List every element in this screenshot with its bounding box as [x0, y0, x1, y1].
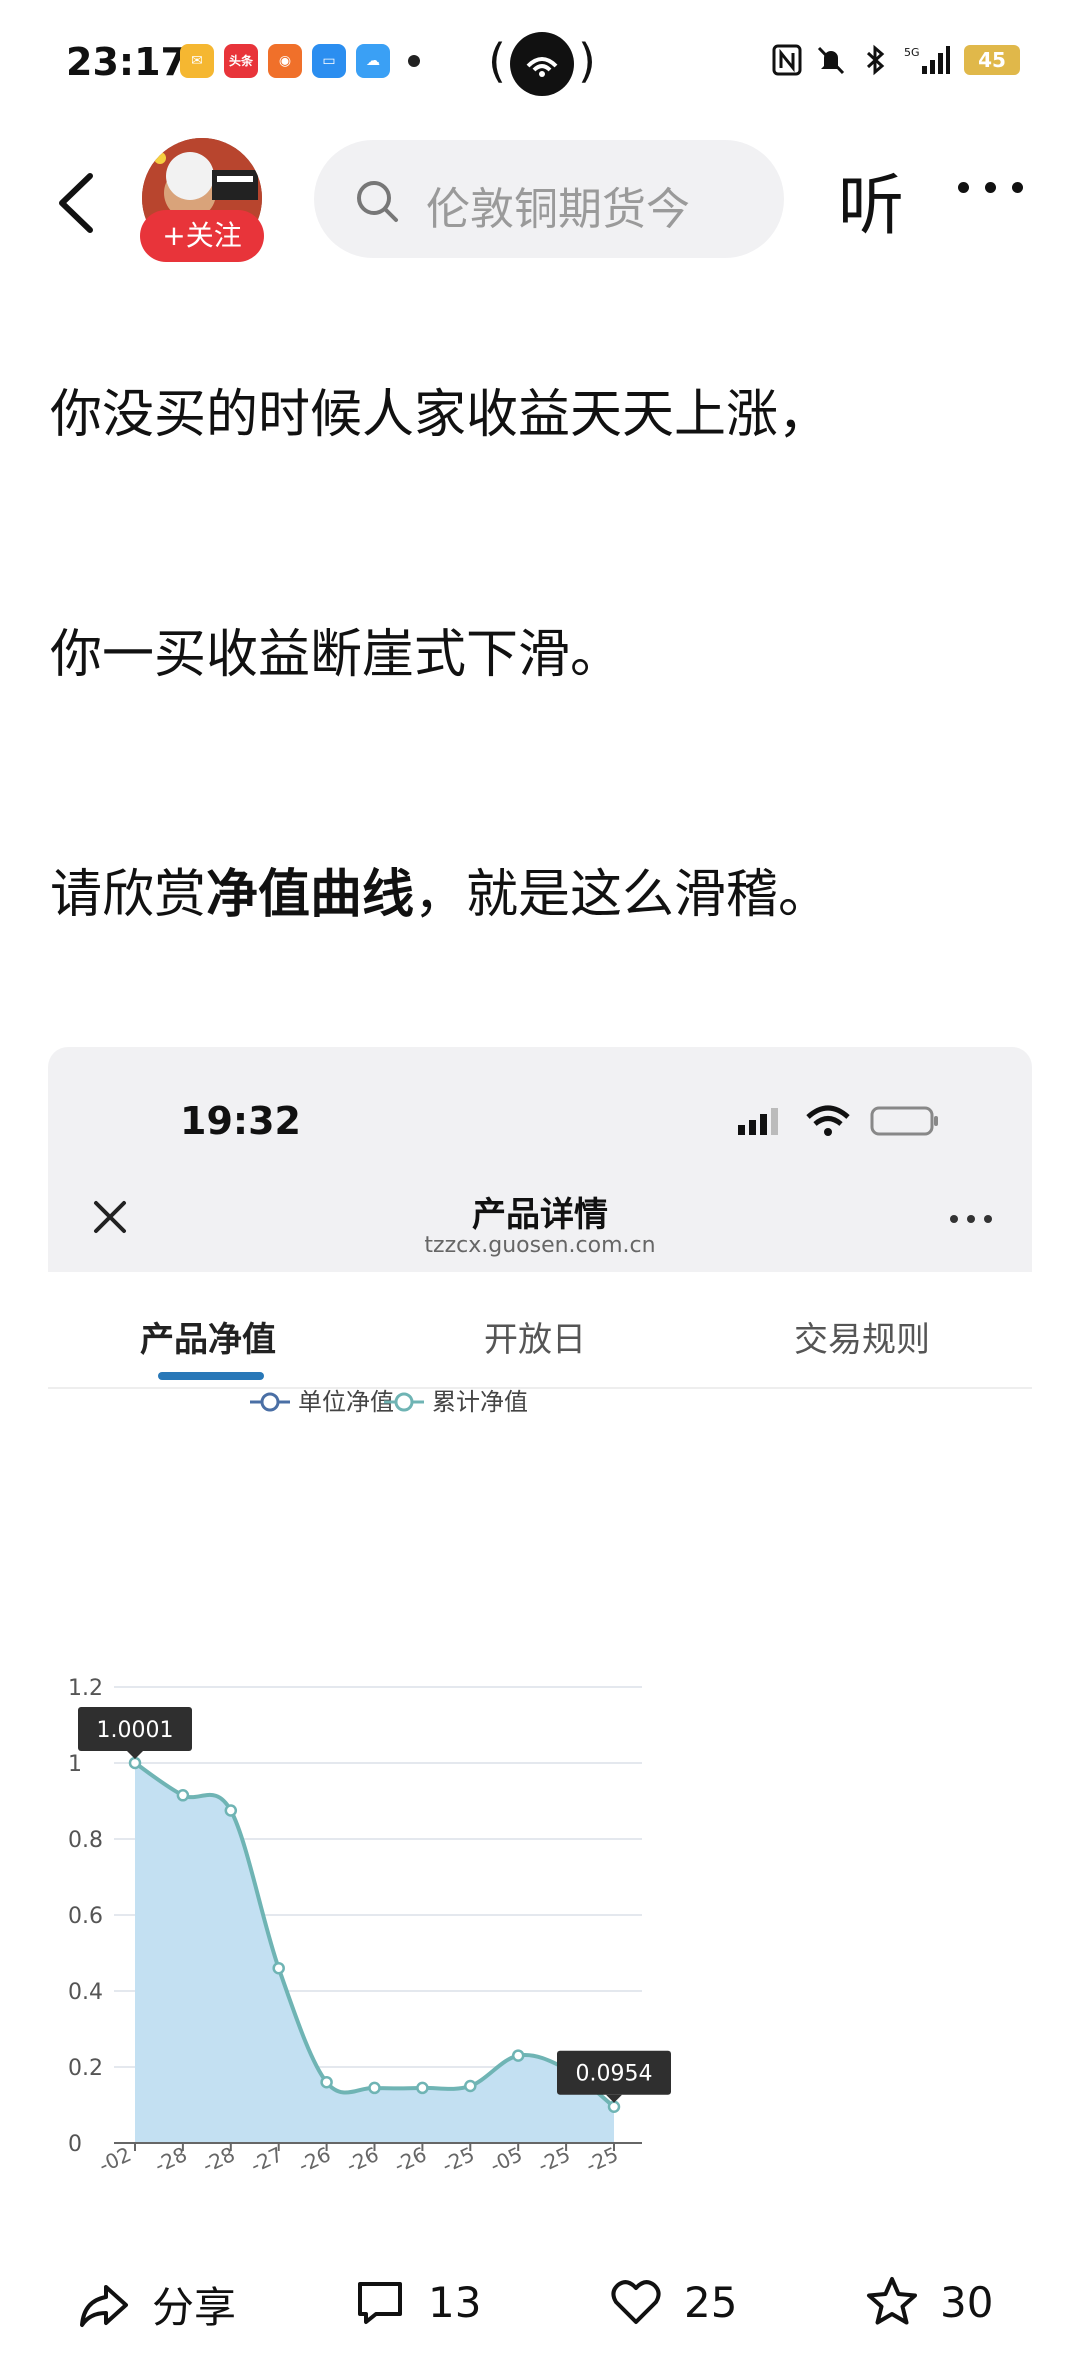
data-point-4: [320, 2075, 333, 2089]
bottom-action-bar: 分享 13 25 30: [0, 2236, 1080, 2376]
share-button[interactable]: 分享: [76, 2274, 236, 2335]
active-tab-indicator: [158, 1372, 264, 1380]
back-button[interactable]: [50, 168, 110, 238]
embedded-title: 产品详情: [472, 1195, 608, 1235]
hotspot-indicator: ( ): [488, 28, 598, 100]
chevron-left-icon: [59, 173, 93, 233]
data-point-10: [607, 2100, 621, 2113]
follow-button[interactable]: +关注: [140, 210, 264, 262]
chart-legend: 单位净值 累计净值: [250, 1388, 528, 1416]
listen-button[interactable]: 听: [838, 152, 904, 248]
mail-app-icon: ✉: [180, 44, 214, 78]
tab-open-day: 开放日: [484, 1320, 586, 1360]
para3-bold: 净值曲线: [206, 865, 415, 925]
search-bar[interactable]: 伦敦铜期货今: [314, 140, 784, 258]
y-tick-label-2: 0.4: [68, 1980, 103, 2005]
tooltip-label-0: 1.0001: [97, 1718, 174, 1743]
x-tick-label-7: -25: [438, 2142, 478, 2178]
data-point-8: [511, 2049, 525, 2062]
like-count: 25: [684, 2277, 738, 2327]
x-tick-label-1: -28: [151, 2142, 191, 2178]
star-icon: [867, 2277, 917, 2325]
embedded-status-icons: [738, 1105, 940, 1137]
bluetooth-icon: [860, 44, 890, 76]
data-point-6: [416, 2081, 429, 2095]
legend-marker-0: [260, 1392, 280, 1412]
legend-label-1: 累计净值: [432, 1388, 528, 1416]
search-placeholder: 伦敦铜期货今: [426, 184, 690, 235]
red-app-icon: ◉: [268, 44, 302, 78]
more-notifications-dot: [408, 55, 420, 67]
share-icon: [80, 2284, 128, 2327]
x-tick-label-4: -26: [295, 2142, 335, 2178]
blue-app-icon: ▭: [312, 44, 346, 78]
x-tick-label-5: -26: [342, 2142, 382, 2178]
tab-product-nav: 产品净值: [140, 1320, 276, 1360]
comment-icon: [358, 2282, 402, 2324]
data-point-2: [224, 1804, 238, 1817]
embedded-time: 19:32: [180, 1099, 301, 1143]
heart-icon: [611, 2280, 661, 2324]
x-tick-label-2: -28: [199, 2142, 239, 2178]
embedded-more-icon: [950, 1215, 992, 1223]
search-icon: [357, 181, 398, 222]
favorite-count: 30: [940, 2277, 994, 2327]
y-tick-label-3: 0.6: [68, 1904, 103, 1929]
hotspot-icon: [510, 32, 574, 96]
more-options-button[interactable]: [958, 182, 1023, 193]
y-tick-label-0: 0: [68, 2132, 82, 2157]
y-tick-label-1: 0.2: [68, 2056, 103, 2081]
data-point-5: [368, 2081, 381, 2095]
tooltip-arrow-0: [127, 1750, 143, 1759]
share-label: 分享: [152, 2283, 237, 2332]
comment-count: 13: [428, 2277, 482, 2327]
comment-button[interactable]: 13: [352, 2274, 481, 2330]
para3-prefix: 请欣赏: [50, 865, 207, 925]
nav-chart: 单位净值 累计净值00.20.40.60.811.2-02 -28 -28 -27 -26…: [68, 1388, 671, 2178]
y-tick-label-6: 1.2: [68, 1676, 103, 1701]
mute-icon: [816, 44, 846, 76]
system-icons: 5G 45: [772, 44, 1020, 76]
like-button[interactable]: 25: [608, 2274, 737, 2330]
favorite-button[interactable]: 30: [864, 2274, 993, 2330]
tooltip-label-1: 0.0954: [576, 2062, 653, 2087]
nfc-icon: [772, 44, 802, 76]
battery-indicator: 45: [964, 45, 1020, 75]
data-point-1: [176, 1789, 190, 1802]
article-paragraph-2: 你一买收益断崖式下滑。: [50, 625, 623, 685]
legend-marker-1: [394, 1392, 414, 1412]
embedded-tabs: 产品净值 开放日 交易规则: [48, 1272, 1032, 1389]
cell-signal-icon: [738, 1108, 778, 1135]
weather-app-icon: ☁: [356, 44, 390, 78]
notification-icons: ✉ 头条 ◉ ▭ ☁: [180, 44, 420, 78]
signal-5g-icon: 5G: [904, 44, 950, 76]
article-paragraph-3: 请欣赏净值曲线，就是这么滑稽。: [50, 852, 830, 927]
x-tick-label-0: -02: [95, 2142, 135, 2178]
battery-icon: [870, 1106, 938, 1136]
x-tick-label-3: -27: [247, 2142, 287, 2178]
svg-text:5G: 5G: [904, 46, 920, 59]
status-bar: 23:17 ✉ 头条 ◉ ▭ ☁ ( ) 5G 45: [0, 0, 1080, 130]
data-point-0: [128, 1756, 142, 1770]
para3-suffix: ，就是这么滑稽。: [414, 865, 831, 925]
top-nav: +关注 伦敦铜期货今 听: [0, 130, 1080, 270]
x-tick-label-8: -05: [486, 2142, 526, 2178]
toutiao-app-icon: 头条: [224, 44, 258, 78]
legend-label-0: 单位净值: [298, 1388, 394, 1416]
x-tick-label-10: -25: [582, 2142, 622, 2178]
status-time: 23:17: [66, 40, 187, 84]
y-tick-label-4: 0.8: [68, 1828, 103, 1853]
embedded-url: tzzcx.guosen.com.cn: [424, 1233, 656, 1258]
wifi-icon: [806, 1105, 850, 1136]
data-point-7: [464, 2079, 477, 2093]
article-paragraph-1: 你没买的时候人家收益天天上涨，: [50, 385, 831, 445]
tab-trading-rules: 交易规则: [794, 1320, 930, 1360]
x-tick-label-6: -26: [390, 2142, 430, 2178]
y-tick-label-5: 1: [68, 1752, 82, 1777]
embedded-header: 19:32 产品详情 tzzcx.guosen.com.cn: [48, 1047, 1032, 1272]
x-tick-label-9: -25: [534, 2142, 574, 2178]
article-image[interactable]: 19:32 产品详情 tzzcx.guosen.com.cn 产品净值 开放日 …: [48, 1047, 1032, 2227]
data-point-3: [272, 1961, 285, 1975]
